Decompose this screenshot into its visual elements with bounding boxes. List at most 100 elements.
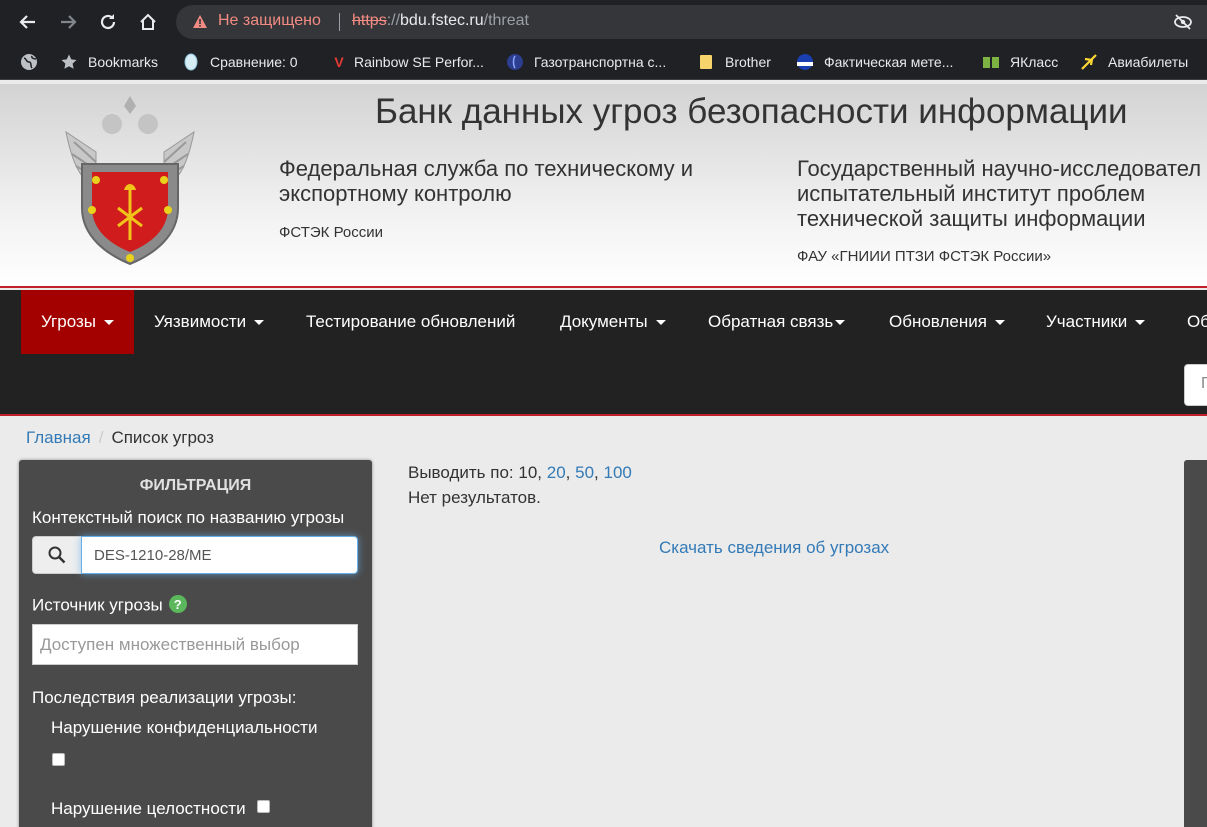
caret-down-icon	[254, 319, 265, 325]
bookmark-item[interactable]: V Rainbow SE Perfor...	[330, 52, 484, 72]
consequences-label: Последствия реализации угрозы:	[32, 688, 297, 707]
bookmark-item[interactable]: Brother	[697, 52, 771, 72]
bookmark-item[interactable]: ЯКласс	[982, 52, 1058, 72]
nav-about[interactable]: Об	[1167, 290, 1207, 354]
url-scheme: https	[352, 12, 387, 29]
org2-name: Государственный научно-исследовател испы…	[797, 156, 1207, 231]
comma-separator: ,	[594, 463, 599, 482]
nav-label: Документы	[560, 312, 648, 331]
reload-icon	[100, 14, 116, 30]
context-search-label: Контекстный поиск по названию угрозы	[32, 508, 345, 527]
folder-icon	[697, 53, 715, 71]
browser-toolbar: Не защищено https://bdu.fstec.ru/threat	[0, 0, 1207, 44]
caret-down-icon	[655, 319, 666, 325]
per-page-option-100[interactable]: 100	[604, 463, 632, 482]
home-icon	[140, 13, 156, 30]
per-page-selector: Выводить по: 10, 20, 50, 100	[408, 463, 632, 483]
nav-label: Участники	[1046, 312, 1128, 331]
nav-search-input[interactable]: П	[1184, 364, 1207, 406]
comma-separator: ,	[565, 463, 571, 482]
nav-updates[interactable]: Обновления	[869, 290, 1025, 354]
threat-source-select[interactable]	[32, 624, 358, 665]
url-path: /threat	[483, 12, 529, 29]
breadcrumb-home-link[interactable]: Главная	[26, 428, 91, 447]
omnibox-divider	[339, 13, 340, 31]
breadcrumb: Главная / Список угроз	[26, 428, 214, 448]
nav-feedback[interactable]: Обратная связь	[688, 290, 865, 354]
globe-blue-icon	[506, 53, 524, 71]
source-label: Источник угрозы?	[32, 595, 187, 616]
bookmark-label: Газотранспортна с...	[534, 54, 667, 70]
threat-search-input[interactable]	[81, 536, 358, 574]
warning-icon	[193, 15, 207, 28]
integrity-checkbox[interactable]	[257, 800, 270, 813]
v-logo-icon: V	[334, 54, 344, 70]
bookmark-item[interactable]: Авиабилеты	[1080, 52, 1188, 72]
bookmark-item[interactable]: Газотранспортна с...	[506, 52, 666, 72]
bookmark-item[interactable]: Фактическая мете...	[796, 52, 953, 72]
nav-label: Угрозы	[41, 312, 96, 331]
filter-title: ФИЛЬТРАЦИЯ	[139, 477, 252, 494]
integrity-label: Нарушение целостности	[51, 799, 246, 818]
caret-down-icon	[835, 319, 846, 325]
main-navbar: Угрозы Уязвимости Тестирование обновлени…	[0, 290, 1207, 416]
reload-button[interactable]	[92, 6, 124, 38]
nav-participants[interactable]: Участники	[1026, 290, 1165, 354]
address-bar[interactable]: Не защищено https://bdu.fstec.ru/threat	[176, 5, 1207, 39]
security-warning[interactable]: Не защищено	[218, 12, 321, 30]
confidentiality-checkbox[interactable]	[52, 753, 65, 766]
org2-line: технической защиты информации	[797, 206, 1146, 231]
caret-down-icon	[103, 319, 114, 325]
compare-icon	[182, 53, 200, 71]
org1-name: Федеральная служба по техническому и экс…	[279, 156, 749, 206]
breadcrumb-separator: /	[98, 428, 104, 447]
home-button[interactable]	[132, 6, 164, 38]
search-addon	[32, 536, 82, 574]
eye-slash-icon[interactable]	[1173, 13, 1193, 31]
nav-label: Тестирование обновлений	[306, 312, 516, 331]
back-button[interactable]	[12, 6, 44, 38]
caret-down-icon	[994, 319, 1005, 325]
bookmark-label: Brother	[725, 54, 771, 70]
plane-icon	[1080, 53, 1098, 71]
help-icon[interactable]: ?	[168, 595, 187, 613]
bookmark-item[interactable]: Bookmarks	[60, 52, 158, 72]
org2-line: Государственный научно-исследовател	[797, 156, 1202, 181]
fstec-emblem-logo[interactable]	[62, 92, 198, 268]
org1-line: Федеральная служба по техническому и	[279, 156, 694, 181]
back-arrow-icon	[19, 15, 35, 29]
confidentiality-label: Нарушение конфиденциальности	[51, 718, 318, 737]
filter-panel: ФИЛЬТРАЦИЯ Контекстный поиск по названию…	[19, 460, 372, 827]
breadcrumb-current: Список угроз	[111, 428, 214, 447]
bookmark-label: Сравнение: 0	[210, 54, 298, 70]
nav-threats[interactable]: Угрозы	[21, 290, 134, 354]
bookmark-label: Фактическая мете...	[824, 54, 954, 70]
nav-documents[interactable]: Документы	[540, 290, 686, 354]
url-separator: ://	[386, 12, 401, 29]
download-threats-link[interactable]: Скачать сведения об угрозах	[659, 538, 889, 558]
nav-update-testing[interactable]: Тестирование обновлений	[286, 290, 535, 354]
bookmark-item[interactable]: Сравнение: 0	[182, 52, 298, 72]
star-icon	[60, 53, 78, 71]
right-side-panel	[1184, 460, 1207, 827]
nav-label: Уязвимости	[154, 312, 247, 331]
weather-icon	[796, 53, 814, 71]
bookmark-label: Rainbow SE Perfor...	[354, 54, 484, 70]
forward-button[interactable]	[52, 6, 84, 38]
forward-arrow-icon	[61, 15, 77, 29]
site-title: Банк данных угроз безопасности информаци…	[375, 92, 1128, 131]
nav-label: Обратная связь	[708, 312, 834, 331]
org1-short-name: ФСТЭК России	[279, 224, 384, 241]
no-results-text: Нет результатов.	[408, 488, 541, 507]
org1-line: экспортному контролю	[279, 181, 512, 206]
per-page-option-50[interactable]: 50	[575, 463, 594, 482]
bookmark-label: Bookmarks	[88, 54, 159, 70]
nav-vulnerabilities[interactable]: Уязвимости	[134, 290, 284, 354]
per-page-option-20[interactable]: 20	[547, 463, 566, 482]
bookmark-label: ЯКласс	[1010, 54, 1059, 70]
url-text[interactable]: https://bdu.fstec.ru/threat	[352, 12, 529, 30]
apps-button[interactable]	[20, 52, 38, 72]
source-label-text: Источник угрозы	[32, 595, 163, 615]
org2-short-name: ФАУ «ГНИИИ ПТЗИ ФСТЭК России»	[797, 248, 1052, 265]
org2-line: испытательный институт проблем	[797, 181, 1146, 206]
